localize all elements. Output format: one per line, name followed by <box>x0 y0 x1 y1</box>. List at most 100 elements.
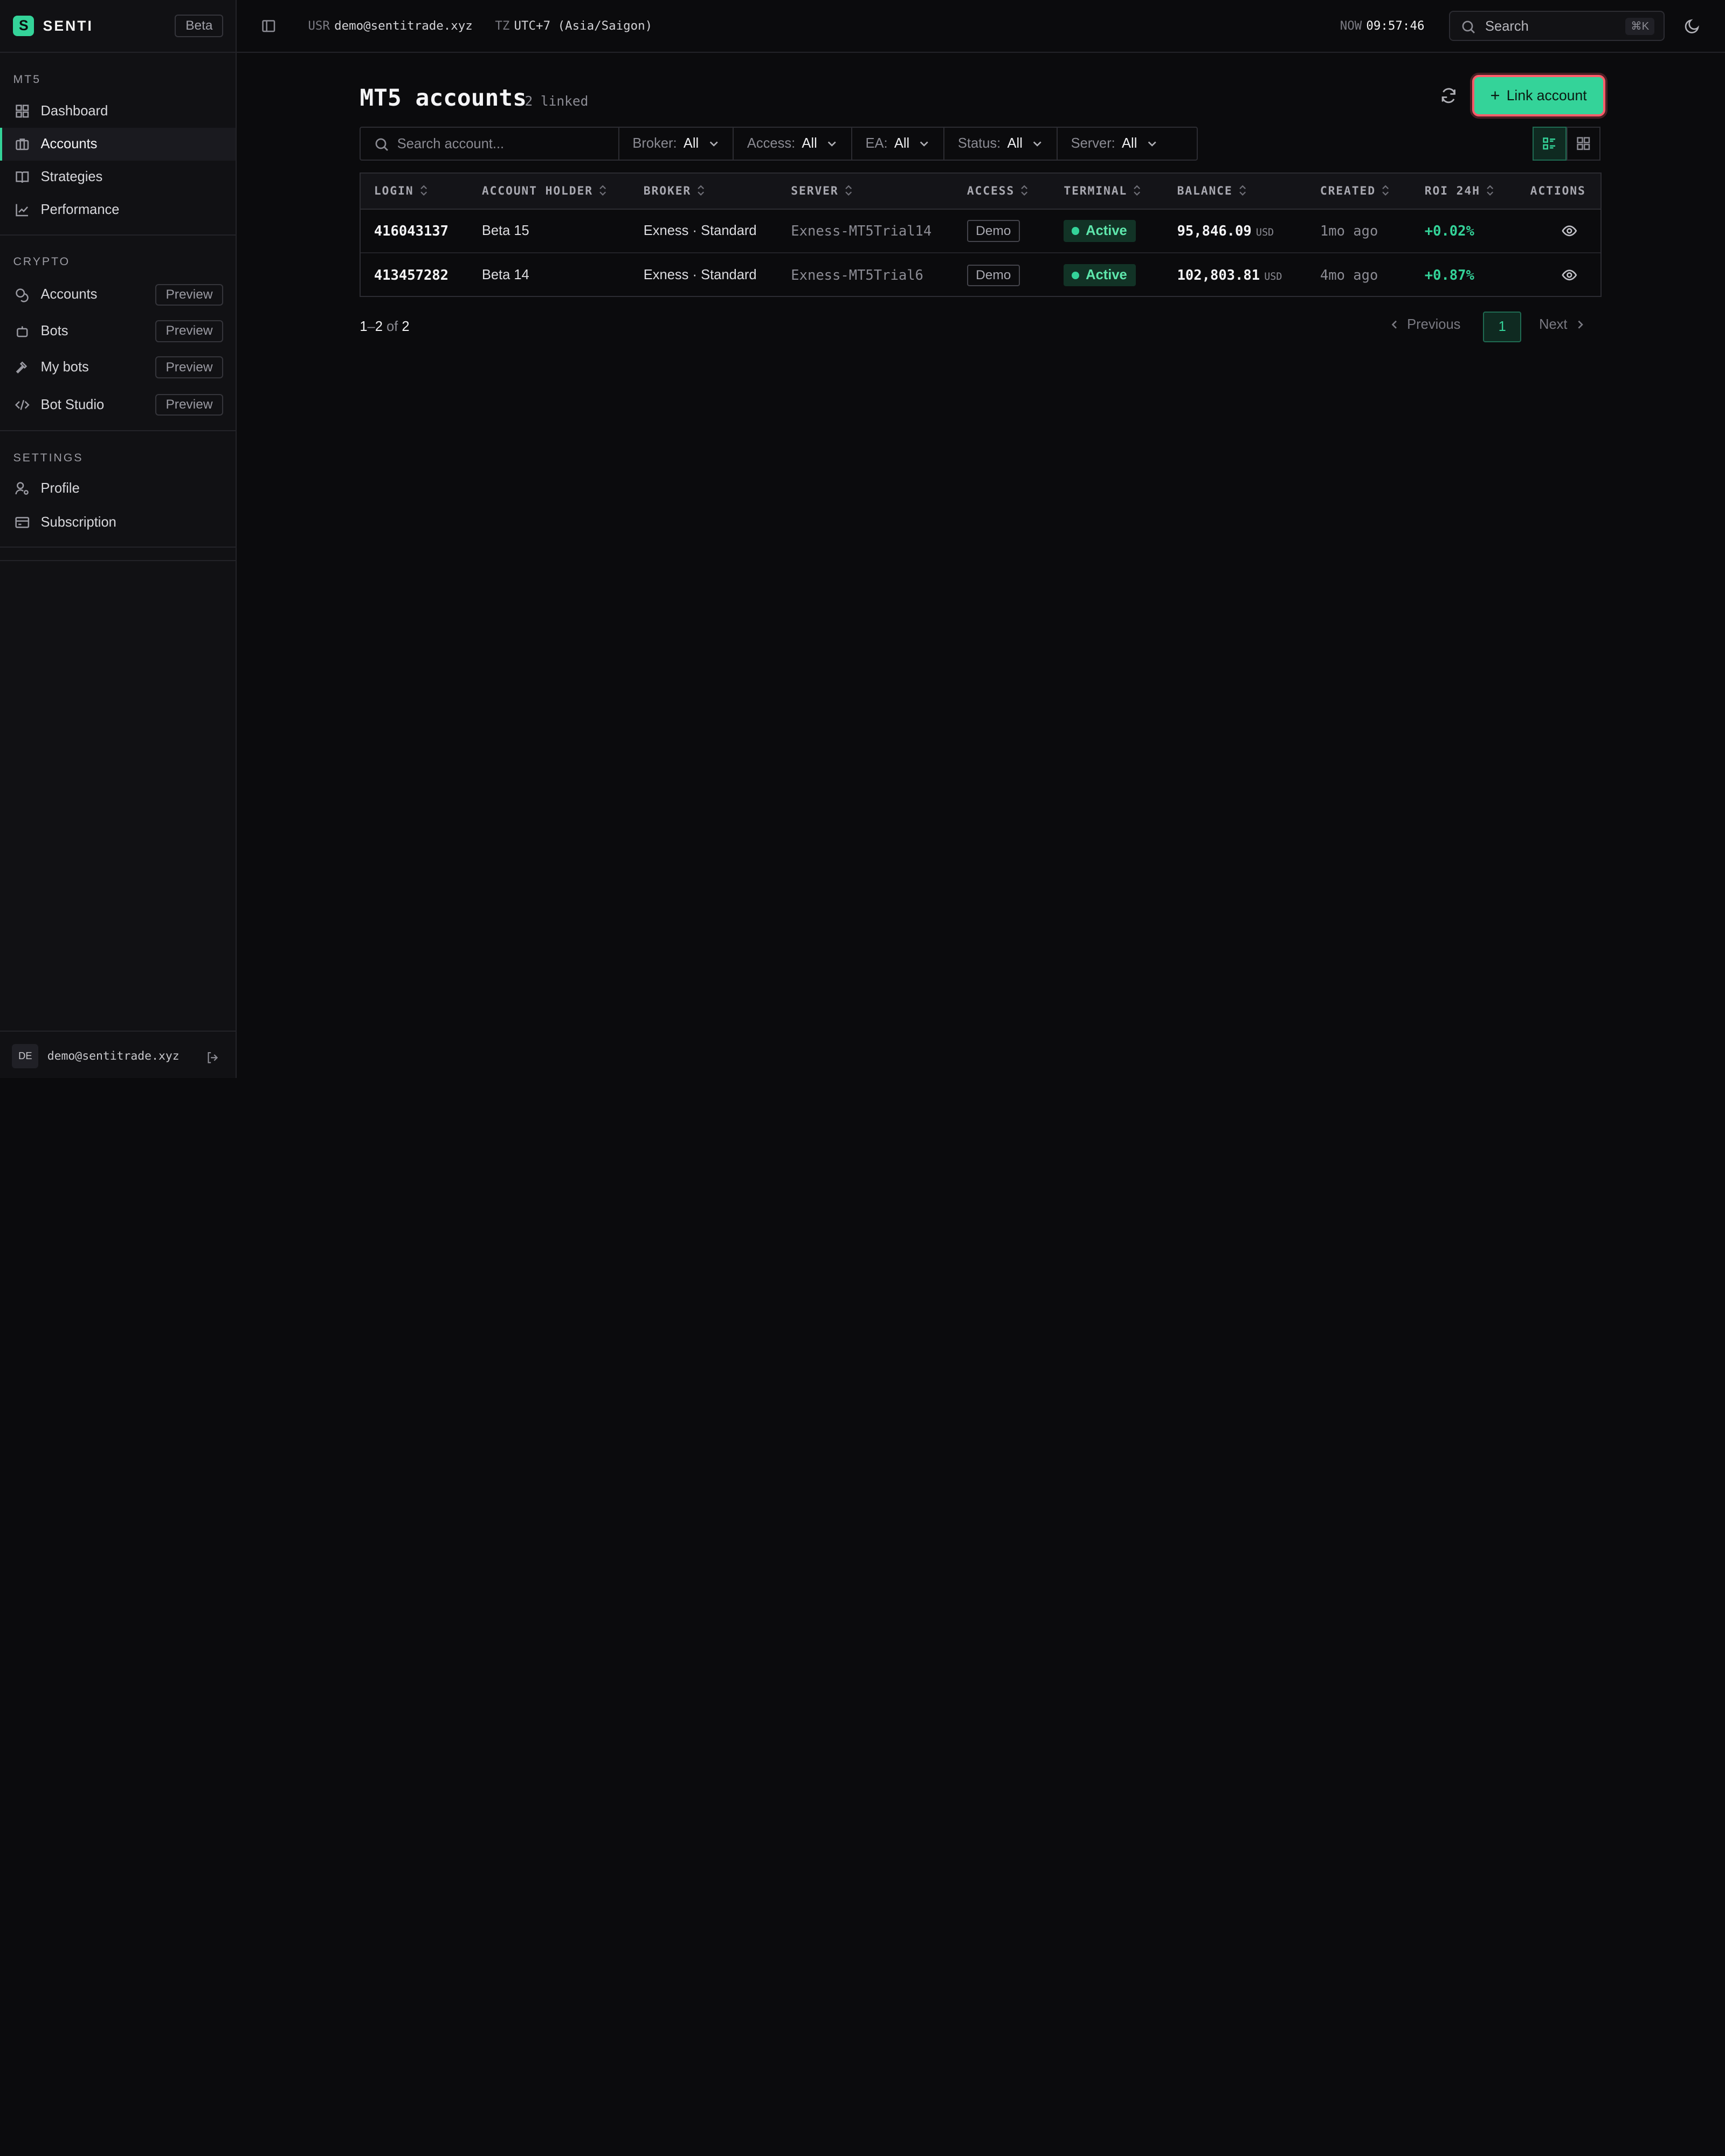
logout-icon[interactable] <box>206 1048 219 1063</box>
column-header-login[interactable]: LOGIN <box>361 174 469 210</box>
access-badge: Demo <box>967 264 1020 286</box>
search-icon <box>1461 19 1476 34</box>
sidebar-item-label: Bot Studio <box>40 397 105 412</box>
sidebar-item-label: Accounts <box>40 287 98 302</box>
sidebar-item-subscription[interactable]: Subscription <box>0 506 236 539</box>
eye-icon[interactable] <box>1561 223 1578 239</box>
filter-value: All <box>1007 135 1023 151</box>
filter-bar: Broker: All Access: All EA: All Status: … <box>360 126 1198 161</box>
column-header-holder[interactable]: ACCOUNT HOLDER <box>468 174 631 210</box>
access-badge: Demo <box>967 220 1020 242</box>
cell-holder: Beta 14 <box>481 267 529 283</box>
sidebar-item-label: Profile <box>40 480 80 496</box>
sidebar-item-performance[interactable]: Performance <box>0 194 236 226</box>
account-search-input[interactable] <box>397 133 606 155</box>
sidebar: S SENTI Beta MT5 Dashboard Accounts Stra… <box>0 0 237 1078</box>
cell-terminal: Active <box>1051 209 1164 253</box>
chevron-down-icon <box>709 141 718 147</box>
sort-icon <box>1021 185 1028 196</box>
card-icon <box>15 515 30 530</box>
sidebar-item-my-bots[interactable]: My bots Preview <box>0 351 236 384</box>
plus-icon: + <box>1490 86 1500 105</box>
column-header-roi[interactable]: ROI 24H <box>1411 174 1517 210</box>
filter-status[interactable]: Status: All <box>944 127 1058 160</box>
balance-value: 102,803.81 <box>1177 267 1260 284</box>
header-user-value: demo@sentitrade.xyz <box>334 18 473 33</box>
filter-server[interactable]: Server: All <box>1058 128 1171 160</box>
sort-icon <box>1239 185 1246 196</box>
cell-broker: Exness · Standard <box>643 223 757 239</box>
search-shortcut: ⌘K <box>1625 17 1655 36</box>
moon-icon[interactable] <box>1684 18 1701 34</box>
brand-name[interactable]: SENTI <box>43 18 93 34</box>
account-search <box>361 127 619 160</box>
terminal-status-badge: Active <box>1064 264 1136 287</box>
table-row[interactable]: 413457282 Beta 14 Exness · Standard Exne… <box>361 253 1600 297</box>
section-label-settings: SETTINGS <box>13 451 84 464</box>
global-search[interactable]: Search ⌘K <box>1448 11 1665 41</box>
column-header-server[interactable]: SERVER <box>777 174 954 210</box>
section-label-crypto: CRYPTO <box>13 255 71 268</box>
filter-label: EA: <box>865 135 888 151</box>
filter-value: All <box>894 135 910 151</box>
view-toggle <box>1532 126 1602 161</box>
header-now-value: 09:57:46 <box>1366 18 1425 33</box>
table-row[interactable]: 416043137 Beta 15 Exness · Standard Exne… <box>361 209 1601 253</box>
filter-value: All <box>802 135 817 151</box>
sidebar-item-accounts[interactable]: Accounts <box>0 127 236 161</box>
sort-icon <box>599 185 606 196</box>
user-footer: DE demo@sentitrade.xyz <box>0 1031 237 1078</box>
column-header-access[interactable]: ACCESS <box>954 174 1051 210</box>
sidebar-divider <box>0 547 237 548</box>
sidebar-item-label: Subscription <box>40 514 116 530</box>
bot-icon <box>15 323 30 339</box>
sidebar-item-profile[interactable]: Profile <box>0 472 236 505</box>
brand-logo-icon[interactable]: S <box>13 15 34 37</box>
eye-icon[interactable] <box>1561 267 1578 284</box>
column-header-broker[interactable]: BROKER <box>630 174 778 210</box>
header-tz-value: UTC+7 (Asia/Saigon) <box>514 18 653 33</box>
filter-label: Broker: <box>632 135 677 151</box>
sidebar-toggle-icon[interactable] <box>261 18 277 33</box>
next-page-button[interactable]: Next <box>1539 317 1586 333</box>
sidebar-item-bot-studio[interactable]: Bot Studio Preview <box>0 388 236 421</box>
preview-badge: Preview <box>155 356 224 379</box>
status-dot-icon <box>1071 227 1079 235</box>
filter-broker[interactable]: Broker: All <box>619 127 734 160</box>
cell-created: 4mo ago <box>1320 267 1378 284</box>
previous-page-button[interactable]: Previous <box>1389 317 1460 333</box>
sidebar-item-crypto-accounts[interactable]: Accounts Preview <box>0 278 236 311</box>
cell-balance: 95,846.09 USD <box>1164 209 1307 253</box>
filter-ea[interactable]: EA: All <box>852 127 945 160</box>
user-cog-icon <box>15 481 30 496</box>
linked-count: 2 linked <box>525 93 589 109</box>
preview-badge: Preview <box>155 284 224 306</box>
filter-value: All <box>1122 135 1137 151</box>
status-dot-icon <box>1071 271 1079 279</box>
column-header-terminal[interactable]: TERMINAL <box>1050 174 1164 210</box>
column-header-created[interactable]: CREATED <box>1307 174 1412 210</box>
link-account-button[interactable]: + Link account <box>1472 74 1605 117</box>
cell-actions <box>1517 253 1600 297</box>
grid-view-button[interactable] <box>1567 126 1601 161</box>
refresh-icon[interactable] <box>1440 87 1458 105</box>
page-number-button[interactable]: 1 <box>1483 311 1522 342</box>
column-header-balance[interactable]: BALANCE <box>1164 174 1307 210</box>
header-clock: NOW 09:57:46 <box>1340 19 1425 33</box>
sidebar-item-strategies[interactable]: Strategies <box>0 161 236 194</box>
sidebar-item-bots[interactable]: Bots Preview <box>0 315 236 348</box>
briefcase-icon <box>15 136 30 152</box>
avatar[interactable]: DE <box>12 1044 39 1068</box>
filter-access[interactable]: Access: All <box>734 127 852 160</box>
sidebar-divider <box>0 559 237 561</box>
balance-value: 95,846.09 <box>1177 223 1252 239</box>
header-user-key: USR <box>308 18 330 33</box>
accounts-table: LOGIN ACCOUNT HOLDER BROKER SERVER ACCES… <box>360 172 1602 298</box>
sidebar-item-dashboard[interactable]: Dashboard <box>0 95 236 128</box>
cell-created: 1mo ago <box>1320 223 1378 239</box>
hammer-icon <box>15 360 30 375</box>
list-view-button[interactable] <box>1532 126 1567 161</box>
balance-currency: USD <box>1264 271 1282 282</box>
pagination: Previous 1 Next <box>1389 311 1593 342</box>
sort-icon <box>1487 185 1494 196</box>
